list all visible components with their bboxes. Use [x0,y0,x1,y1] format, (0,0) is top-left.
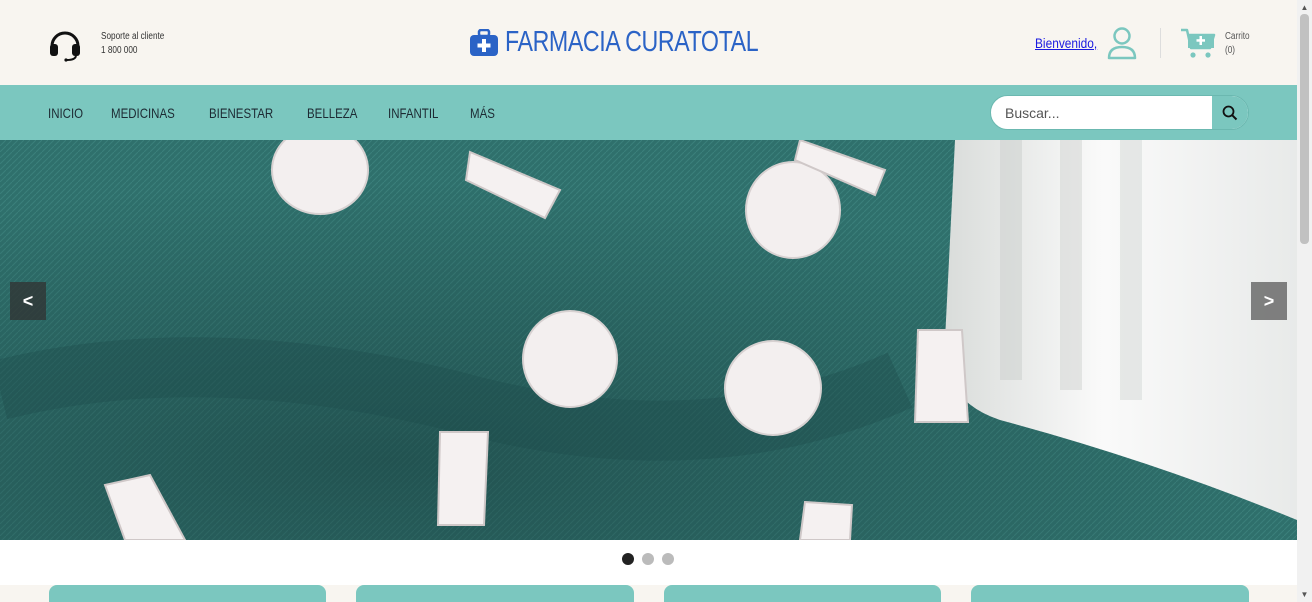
medical-kit-icon [470,28,498,56]
cart-count: (0) [1225,45,1236,56]
search-box [990,95,1249,130]
nav-item-mas[interactable]: MÁS [470,105,495,121]
carousel-dot-1[interactable] [622,553,634,565]
carousel-prev-button[interactable]: < [10,282,46,320]
nav-item-infantil[interactable]: INFANTIL [388,105,438,121]
customer-support[interactable]: Soporte al cliente 1 800 000 [47,26,164,62]
cart-label: Carrito [1225,31,1250,42]
brand-logo[interactable]: FARMACIA CURATOTAL [469,26,822,59]
welcome-link[interactable]: Bienvenido, [1035,35,1097,51]
category-card[interactable] [971,585,1249,602]
carousel-dot-3[interactable] [662,553,674,565]
nav-item-inicio[interactable]: INICIO [48,105,83,121]
scrollbar-thumb[interactable] [1300,14,1309,244]
category-card[interactable] [664,585,941,602]
carousel-dot-2[interactable] [642,553,654,565]
carousel-indicators [622,553,682,565]
main-navigation: INICIO MEDICINAS BIENESTAR BELLEZA INFAN… [0,85,1297,140]
category-card[interactable] [49,585,326,602]
category-card[interactable] [356,585,634,602]
scroll-up-arrow-icon[interactable]: ▲ [1300,3,1309,12]
nav-menu: INICIO MEDICINAS BIENESTAR BELLEZA INFAN… [48,105,520,121]
hero-carousel[interactable]: < > [0,140,1297,540]
top-header: Soporte al cliente 1 800 000 FARMACIA CU… [0,0,1297,85]
hero-image-pills [0,140,1297,540]
headset-icon [50,31,80,62]
support-info: Soporte al cliente 1 800 000 [101,30,199,58]
nav-item-medicinas[interactable]: MEDICINAS [111,105,175,121]
scroll-down-arrow-icon[interactable]: ▼ [1300,590,1309,599]
carousel-next-button[interactable]: > [1251,282,1287,320]
search-button[interactable] [1212,96,1248,129]
page-scrollbar[interactable]: ▲ ▼ [1297,0,1312,602]
cart-icon[interactable] [1180,26,1216,60]
support-phone: 1 800 000 [101,45,138,56]
nav-item-bienestar[interactable]: BIENESTAR [209,105,273,121]
user-icon[interactable] [1106,26,1138,60]
header-divider [1160,28,1161,58]
search-input[interactable] [991,96,1213,129]
search-icon [1222,105,1238,120]
nav-item-belleza[interactable]: BELLEZA [307,105,357,121]
support-label: Soporte al cliente [101,31,165,42]
brand-name: FARMACIA CURATOTAL [505,26,759,58]
cart-summary[interactable]: Carrito (0) [1225,30,1250,58]
